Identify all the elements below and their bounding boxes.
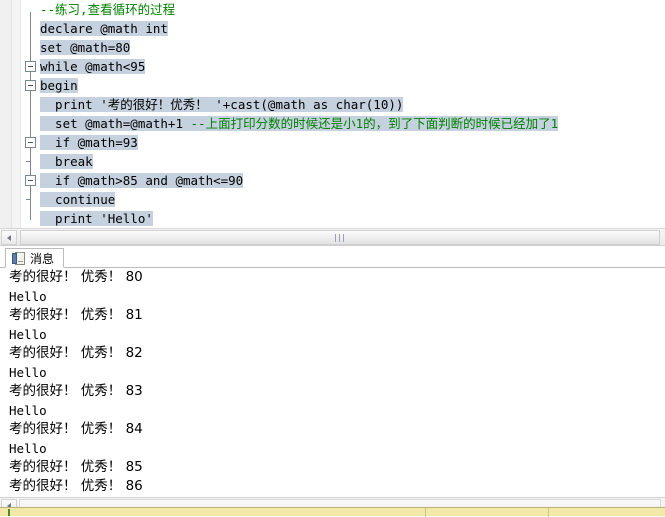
code-line[interactable]: if @math=93 [40,133,665,152]
message-line: Hello [9,403,47,418]
fold-collapse-icon[interactable] [25,61,36,72]
status-bar [0,507,665,517]
fold-collapse-icon[interactable] [25,137,36,148]
message-line: Hello [9,365,47,380]
editor-indicator-margin [0,0,12,228]
scroll-left-arrow-icon[interactable] [1,230,17,245]
message-line: 考的很好！ 优秀！ 80 [9,269,143,285]
messages-output[interactable]: 考的很好！ 优秀！ 80 Hello 考的很好！ 优秀！ 81 Hello 考的很好！ … [0,268,665,497]
message-line: 考的很好！ 优秀！ 83 [9,383,143,399]
code-line[interactable]: continue [40,190,665,209]
code-text: begin [40,78,78,93]
messages-icon [12,251,25,265]
tab-messages-label: 消息 [30,251,55,266]
results-pane: 消息 考的很好！ 优秀！ 80 Hello 考的很好！ 优秀！ 81 Hello 考的很… [0,247,665,516]
editor-outlining-column[interactable] [21,0,40,228]
code-line[interactable]: while @math<95 [40,57,665,76]
message-line: 考的很好！ 优秀！ 86 [9,478,143,494]
fold-collapse-icon[interactable] [25,175,36,186]
results-tab-strip: 消息 [0,247,665,268]
code-text: print '考的很好！优秀！ '+cast(@math as char(10)… [40,97,404,112]
code-text: break [40,154,93,169]
code-comment: --上面打印分数的时候还是小1的，到了下面判断的时候已经加了1 [190,116,559,131]
editor-code-text[interactable]: --练习,查看循环的过程 declare @math int set @math=8… [40,0,665,228]
message-line: Hello [9,327,47,342]
sql-editor-window: --练习,查看循环的过程 declare @math int set @math=8… [0,0,665,517]
code-line[interactable]: if @math>85 and @math<=90 [40,171,665,190]
code-line[interactable]: break [40,152,665,171]
code-line[interactable]: set @math=80 [40,38,665,57]
scrollbar-grip-icon [333,234,347,242]
outlining-spine [30,12,31,220]
fold-branch-icon [26,199,31,200]
message-line: 考的很好！ 优秀！ 82 [9,345,143,361]
code-line[interactable]: declare @math int [40,19,665,38]
code-line[interactable]: begin [40,76,665,95]
code-text: while @math<95 [40,59,146,74]
message-line: 考的很好！ 优秀！ 85 [9,459,143,475]
code-text: if @math>85 and @math<=90 [40,173,244,188]
code-line[interactable]: print 'Hello' [40,209,665,228]
message-line: Hello [9,289,47,304]
fold-branch-icon [26,161,31,162]
code-line[interactable]: print '考的很好！优秀！ '+cast(@math as char(10)… [40,95,665,114]
code-text: if @math=93 [40,135,138,150]
status-connection-icon [8,509,10,516]
code-line[interactable]: set @math=@math+1 --上面打印分数的时候还是小1的，到了下面判… [40,114,665,133]
code-text: set @math=@math+1 [40,116,191,131]
scrollbar-thumb[interactable] [20,230,660,245]
code-comment: --练习,查看循环的过程 [40,2,176,17]
editor-horizontal-scrollbar[interactable] [0,228,665,246]
message-line: 考的很好！ 优秀！ 84 [9,421,143,437]
code-line[interactable]: --练习,查看循环的过程 [40,0,665,19]
fold-collapse-icon[interactable] [25,80,36,91]
sql-query-editor[interactable]: --练习,查看循环的过程 declare @math int set @math=8… [0,0,665,228]
triangle-left-icon [7,234,11,241]
code-text: declare @math int [40,21,168,36]
tab-messages[interactable]: 消息 [5,248,65,268]
code-text: set @math=80 [40,40,131,55]
message-line: 考的很好！ 优秀！ 81 [9,307,143,323]
editor-selection-margin[interactable] [12,0,21,228]
code-text: continue [40,192,116,207]
message-line: Hello [9,441,47,456]
code-text: print 'Hello' [40,211,153,226]
